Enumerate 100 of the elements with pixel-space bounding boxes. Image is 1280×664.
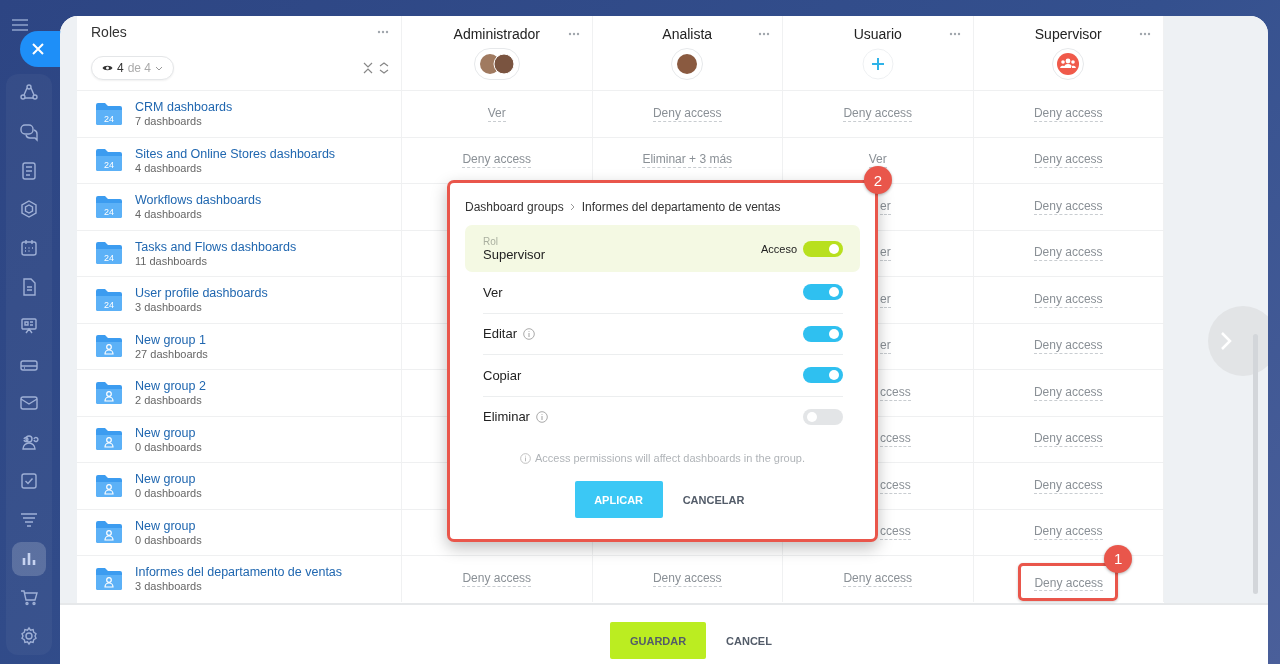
permission-link[interactable]: Deny access — [843, 105, 913, 122]
dashboard-count: 0 dashboards — [135, 533, 202, 546]
chevron-down-icon — [155, 65, 164, 71]
permission-link[interactable]: er — [880, 291, 891, 308]
permission-toggle[interactable] — [803, 325, 843, 342]
hexagon-icon — [19, 199, 39, 220]
permission-link[interactable]: ccess — [880, 524, 911, 541]
folder-icon: 24 — [95, 194, 123, 219]
group-name-link[interactable]: Informes del departamento de ventas — [135, 565, 343, 580]
permission-link[interactable]: Deny access — [1033, 198, 1103, 215]
permission-link[interactable]: Deny access — [652, 570, 722, 587]
group-name-link[interactable]: New group — [135, 518, 202, 533]
cart-icon — [19, 587, 39, 608]
more-icon[interactable] — [948, 32, 961, 36]
more-icon[interactable] — [377, 30, 389, 34]
dashboard-count: 4 dashboards — [135, 161, 203, 174]
access-toggle[interactable] — [803, 240, 843, 257]
dashboard-count: 11 dashboards — [135, 254, 208, 267]
permission-link[interactable]: Deny access — [1033, 105, 1103, 122]
permission-link[interactable]: Deny access — [843, 570, 913, 587]
folder-icon — [95, 334, 123, 359]
expand-icon[interactable] — [379, 62, 389, 74]
more-icon[interactable] — [567, 32, 580, 36]
permission-label: Editar — [483, 326, 517, 342]
permission-link[interactable]: Deny access — [1033, 245, 1103, 262]
board-icon — [19, 315, 39, 336]
permission-link[interactable]: Deny access — [1033, 338, 1103, 355]
permission-toggle[interactable] — [803, 408, 843, 425]
close-icon — [32, 43, 44, 55]
group-name-link[interactable]: New group 2 — [135, 379, 206, 394]
more-icon[interactable] — [1139, 32, 1151, 36]
permission-link[interactable]: Deny access — [462, 152, 532, 169]
permission-link[interactable]: er — [880, 338, 891, 355]
permission-label: Copiar — [483, 367, 522, 383]
contacts-icon — [19, 432, 39, 453]
group-name-link[interactable]: Sites and Online Stores dashboards — [135, 146, 336, 161]
visibility-filter-button[interactable]: 4 de 4 — [91, 56, 175, 80]
roles-title: Roles — [91, 24, 127, 40]
apply-button[interactable]: APLICAR — [574, 481, 663, 518]
info-icon[interactable] — [535, 410, 548, 423]
dashboard-count: 7 dashboards — [135, 115, 203, 128]
dashboard-count: 2 dashboards — [135, 394, 203, 407]
folder-icon: 24 — [95, 101, 123, 126]
group-icon[interactable] — [1052, 48, 1085, 80]
folder-icon: 24 — [95, 241, 123, 266]
menu-icon[interactable] — [11, 18, 29, 32]
breadcrumb-item: Informes del departamento de ventas — [581, 200, 781, 214]
breadcrumb-item[interactable]: Dashboard groups — [465, 200, 564, 214]
more-icon[interactable] — [758, 32, 770, 36]
tasks-icon — [19, 470, 39, 491]
permission-link[interactable]: ccess — [880, 431, 911, 448]
role-label: Rol — [483, 235, 499, 247]
permission-link[interactable]: Deny access — [462, 570, 532, 587]
role-column-title: Analista — [662, 26, 713, 42]
group-name-link[interactable]: CRM dashboards — [135, 100, 233, 115]
avatar-pair[interactable] — [473, 48, 520, 80]
permission-toggle[interactable] — [803, 367, 843, 384]
permission-link[interactable]: Deny access — [1033, 431, 1103, 448]
feed-icon — [19, 160, 39, 181]
folder-icon — [95, 520, 123, 545]
folder-icon — [95, 566, 123, 591]
group-name-link[interactable]: User profile dashboards — [135, 286, 268, 301]
permission-link[interactable]: Ver — [487, 105, 506, 122]
chart-nav-button[interactable] — [12, 541, 46, 576]
folder-icon — [95, 380, 123, 405]
permission-link[interactable]: Deny access — [1033, 524, 1103, 541]
permission-link[interactable]: er — [880, 198, 891, 215]
info-note: Access permissions will affect dashboards in the group. — [534, 452, 805, 464]
network-icon — [19, 83, 39, 103]
permission-link[interactable]: Deny access — [1033, 152, 1103, 169]
role-column-title: Supervisor — [1034, 26, 1102, 42]
permission-link[interactable]: er — [880, 245, 891, 262]
group-name-link[interactable]: Tasks and Flows dashboards — [135, 239, 297, 254]
role-column-title: Usuario — [853, 26, 902, 42]
permission-link[interactable]: Deny access — [1033, 291, 1103, 308]
dashboard-count: 3 dashboards — [135, 301, 203, 314]
permission-link[interactable]: Deny access — [1033, 384, 1103, 401]
save-button[interactable]: GUARDAR — [610, 622, 707, 659]
permission-link[interactable]: Eliminar + 3 más — [642, 152, 733, 169]
cancel-button[interactable]: CANCEL — [720, 633, 778, 648]
add-icon[interactable] — [861, 48, 894, 80]
permission-link[interactable]: ccess — [880, 477, 911, 494]
avatar[interactable] — [671, 48, 704, 80]
step-badge: 1 — [1104, 544, 1133, 573]
info-icon[interactable] — [522, 327, 535, 340]
dashboard-count: 3 dashboards — [135, 580, 203, 593]
group-name-link[interactable]: New group 1 — [135, 332, 208, 347]
permission-link[interactable]: Deny access — [1034, 575, 1104, 591]
permission-toggle[interactable] — [803, 284, 843, 301]
dashboard-count: 27 dashboards — [135, 347, 208, 360]
scrollbar[interactable] — [1253, 334, 1258, 594]
group-name-link[interactable]: New group — [135, 472, 202, 487]
permission-link[interactable]: ccess — [880, 384, 911, 401]
collapse-icon[interactable] — [363, 62, 373, 74]
group-name-link[interactable]: New group — [135, 425, 202, 440]
group-name-link[interactable]: Workflows dashboards — [135, 193, 262, 208]
permission-link[interactable]: Deny access — [652, 105, 722, 122]
permission-link[interactable]: Deny access — [1033, 477, 1103, 494]
access-label: Acceso — [760, 242, 797, 255]
cancel-button[interactable]: CANCELAR — [676, 492, 751, 507]
